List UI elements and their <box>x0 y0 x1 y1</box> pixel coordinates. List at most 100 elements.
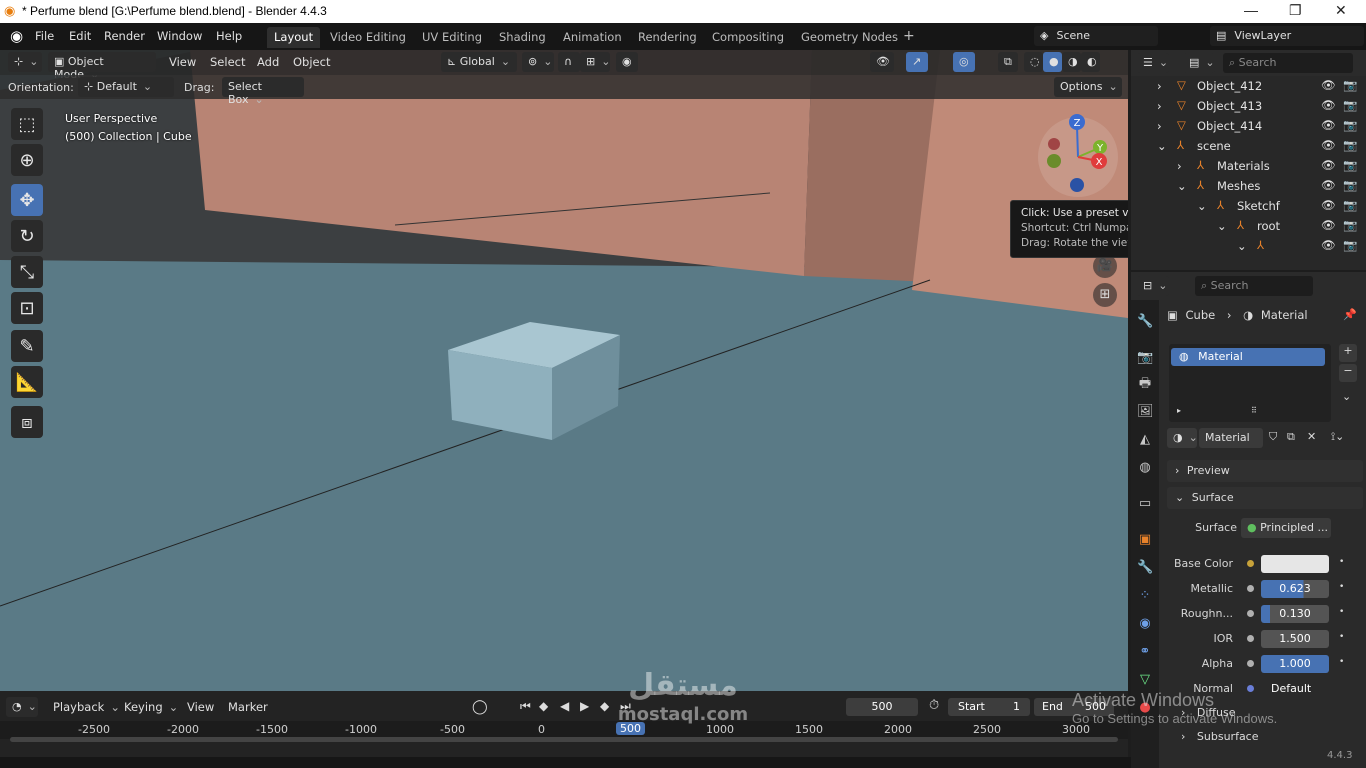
proportional-edit-toggle[interactable]: ◉ <box>616 52 638 72</box>
collapse-arrow-icon[interactable]: › <box>1157 79 1162 93</box>
visibility-eye-icon[interactable]: 👁 <box>1321 178 1336 192</box>
outliner-row[interactable]: › ▽ Object_414 👁 📷 <box>1131 116 1366 136</box>
prev-keyframe-icon[interactable]: ◆ <box>539 699 548 713</box>
options-dropdown[interactable]: Options <box>1054 77 1122 97</box>
slot-specials-icon[interactable]: ⌄ <box>1342 390 1351 403</box>
menu-window[interactable]: Window <box>157 29 202 43</box>
outliner-row[interactable]: ⌄ ⅄ Sketchf 👁 📷 <box>1131 196 1366 216</box>
timeline-view-menu[interactable]: View <box>187 700 214 714</box>
outliner-row[interactable]: ⌄ ⅄ Meshes 👁 📷 <box>1131 176 1366 196</box>
pivot-point-dropdown[interactable]: ⊚ <box>522 52 554 72</box>
tab-video-editing[interactable]: Video Editing <box>323 27 413 48</box>
move-icon[interactable]: ✥ <box>11 184 43 216</box>
socket-dot-icon[interactable] <box>1247 610 1254 617</box>
tab-shading[interactable]: Shading <box>492 27 553 48</box>
unlink-material-icon[interactable]: ✕ <box>1307 430 1316 443</box>
visibility-eye-icon[interactable]: 👁 <box>1321 138 1336 152</box>
render-camera-icon[interactable]: 📷 <box>1343 198 1357 212</box>
play-reverse-icon[interactable]: ◀ <box>560 699 569 713</box>
timeline-marker-menu[interactable]: Marker <box>228 700 268 714</box>
keyframe-dot-icon[interactable]: • <box>1339 632 1344 642</box>
data-tab-icon[interactable]: ▽ <box>1137 672 1153 688</box>
collection-tab-icon[interactable]: ▭ <box>1137 496 1153 512</box>
viewlayer-selector[interactable]: ▤ ViewLayer <box>1210 26 1364 46</box>
start-frame-field[interactable]: Start 1 <box>948 698 1030 716</box>
shading-material-button[interactable]: ◑ <box>1062 52 1081 72</box>
object-tab-icon[interactable]: ▣ <box>1137 532 1153 548</box>
xray-toggle[interactable]: ⧉ <box>998 52 1018 72</box>
render-camera-icon[interactable]: 📷 <box>1343 78 1357 92</box>
cursor-icon[interactable]: ⊕ <box>11 144 43 176</box>
remove-slot-button[interactable]: − <box>1339 364 1357 382</box>
keyframe-dot-icon[interactable]: • <box>1339 582 1344 592</box>
render-camera-icon[interactable]: 📷 <box>1343 158 1357 172</box>
snap-target-dropdown[interactable]: ⊞ <box>580 52 610 72</box>
render-tab-icon[interactable]: 📷 <box>1137 350 1153 366</box>
timeline-keying-menu[interactable]: Keying <box>124 700 178 714</box>
properties-search-field[interactable]: ⌕ Search <box>1195 276 1313 296</box>
view-layer-tab-icon[interactable]: 🖼 <box>1137 404 1154 420</box>
measure-icon[interactable]: 📐 <box>11 366 43 398</box>
modifier-tab-icon[interactable]: 🔧 <box>1137 560 1153 576</box>
outliner-display-mode-button[interactable]: ▤ <box>1183 53 1215 73</box>
orientation-default-dropdown[interactable]: ⊹ Default <box>78 77 174 97</box>
snap-toggle[interactable]: ∩ <box>558 52 580 72</box>
transform-orientation-dropdown[interactable]: ⊾ Global <box>441 52 517 72</box>
socket-dot-icon[interactable] <box>1247 660 1254 667</box>
maximize-button[interactable]: ❐ <box>1289 2 1302 19</box>
outliner-row[interactable]: › ▽ Object_412 👁 📷 <box>1131 76 1366 96</box>
constraints-tab-icon[interactable]: ⚭ <box>1137 644 1153 660</box>
collapse-arrow-icon[interactable]: › <box>1157 119 1162 133</box>
viewport-menu-select[interactable]: Select <box>210 55 245 69</box>
socket-dot-icon[interactable] <box>1247 560 1254 567</box>
editor-type-button[interactable]: ⊹ <box>8 52 42 72</box>
scene-tab-icon[interactable]: ◭ <box>1137 432 1153 448</box>
timeline-editor-type-button[interactable]: ◔ <box>6 697 38 717</box>
3d-viewport[interactable]: ⊹ ▣ Object Mode View Select Add Object ⊾… <box>0 50 1128 691</box>
add-cube-icon[interactable]: ⧈ <box>11 406 43 438</box>
fake-user-shield-icon[interactable]: ⛉ <box>1269 430 1277 444</box>
render-camera-icon[interactable]: 📷 <box>1343 118 1357 132</box>
node-tree-icon[interactable]: ⟟⌄ <box>1331 430 1344 444</box>
transform-icon[interactable]: ⊡ <box>11 292 43 324</box>
material-name-field[interactable]: Material <box>1199 428 1263 448</box>
tab-rendering[interactable]: Rendering <box>631 27 704 48</box>
render-camera-icon[interactable]: 📷 <box>1343 178 1357 192</box>
scale-icon[interactable]: ⤡ <box>11 256 43 288</box>
outliner-row[interactable]: ⌄ ⅄ root 👁 📷 <box>1131 216 1366 236</box>
expand-arrow-icon[interactable]: ⌄ <box>1157 139 1167 153</box>
add-workspace-button[interactable]: + <box>896 25 922 46</box>
visibility-eye-icon[interactable]: 👁 <box>1321 118 1336 132</box>
render-camera-icon[interactable]: 📷 <box>1343 218 1357 232</box>
rotate-icon[interactable]: ↻ <box>11 220 43 252</box>
perspective-toggle-icon[interactable]: ⊞ <box>1093 283 1117 307</box>
physics-tab-icon[interactable]: ◉ <box>1137 616 1153 632</box>
viewport-menu-object[interactable]: Object <box>293 55 330 69</box>
outliner-row[interactable]: ⌄ ⅄ scene 👁 📷 <box>1131 136 1366 156</box>
play-icon[interactable]: ▶ <box>580 699 589 713</box>
shading-rendered-button[interactable]: ◐ <box>1081 52 1100 72</box>
collapse-arrow-icon[interactable]: › <box>1157 99 1162 113</box>
output-tab-icon[interactable]: 🖶 <box>1137 376 1153 392</box>
properties-editor-type-button[interactable]: ⊟ <box>1137 276 1169 296</box>
overlay-toggle[interactable]: ◎ <box>953 52 975 72</box>
menu-render[interactable]: Render <box>104 29 145 43</box>
outliner-editor-type-button[interactable]: ☰ <box>1137 53 1169 73</box>
visibility-dropdown[interactable]: 👁 <box>870 52 894 72</box>
socket-dot-icon[interactable] <box>1247 585 1254 592</box>
surface-shader-field[interactable]: ● Principled ... <box>1241 518 1331 538</box>
object-mode-dropdown[interactable]: ▣ Object Mode <box>48 52 156 81</box>
tab-animation[interactable]: Animation <box>556 27 629 48</box>
number-field[interactable]: 1.500 <box>1261 630 1329 648</box>
preview-panel-header[interactable]: › Preview <box>1167 460 1363 482</box>
material-slot-list[interactable]: ◍ Material ▸ ⠿ <box>1169 344 1331 422</box>
tab-compositing[interactable]: Compositing <box>705 27 791 48</box>
tab-layout[interactable]: Layout <box>267 27 321 48</box>
browse-material-button[interactable]: ◑ <box>1167 428 1197 448</box>
slider-field[interactable]: 0.130 <box>1261 605 1329 623</box>
outliner-row[interactable]: ⌄ ⅄ 👁 📷 <box>1131 236 1366 256</box>
subsurface-panel-header[interactable]: › Subsurface <box>1181 730 1361 748</box>
drag-select-box-dropdown[interactable]: Select Box <box>222 77 304 106</box>
render-camera-icon[interactable]: 📷 <box>1343 238 1357 252</box>
render-camera-icon[interactable]: 📷 <box>1343 98 1357 112</box>
